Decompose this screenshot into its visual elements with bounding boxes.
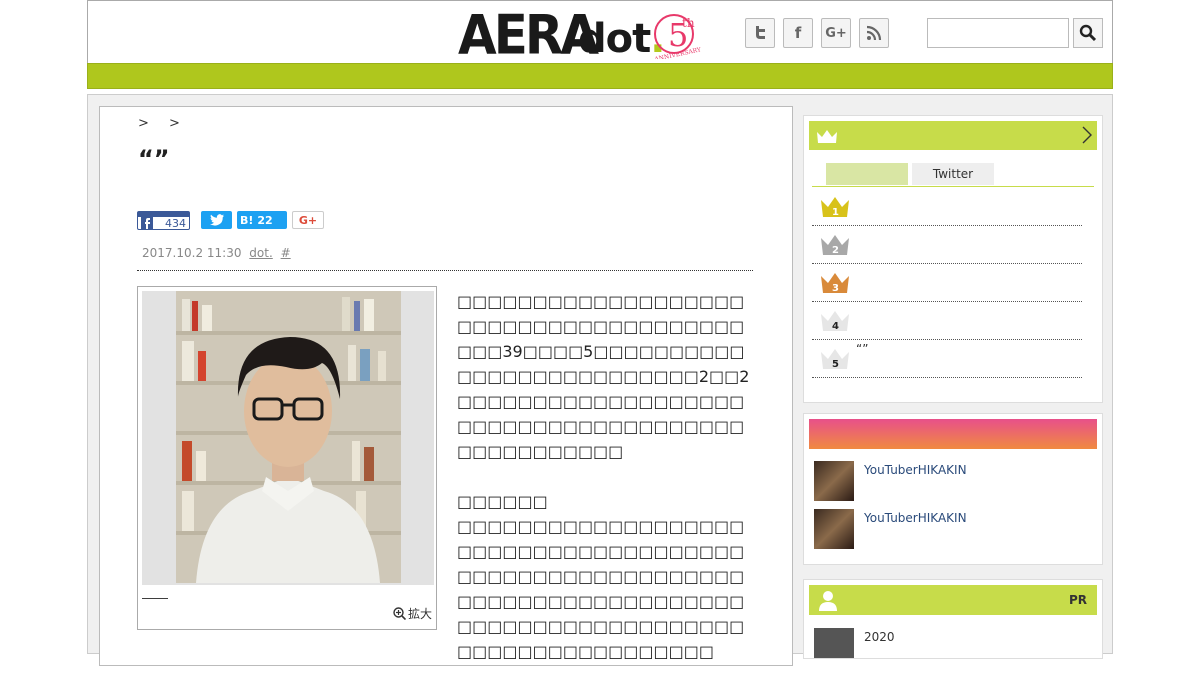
rank-4-crown-icon: 4 — [821, 311, 849, 332]
rss-button[interactable] — [859, 18, 889, 48]
facebook-icon: f — [794, 24, 802, 42]
page-title: “” — [138, 145, 170, 173]
facebook-button[interactable]: f — [783, 18, 813, 48]
video-title[interactable]: YouTuberHIKAKIN — [864, 511, 967, 525]
tab-twitter[interactable]: Twitter — [912, 163, 994, 185]
nav-bar — [87, 63, 1113, 89]
crown-icon — [817, 130, 837, 143]
article-body: □□□□□□□□□□□□□□□□□□□□□□□□□□□□□□□□□□□□□□□□… — [457, 289, 755, 689]
source-link[interactable]: dot. — [249, 246, 272, 260]
tab-access[interactable] — [826, 163, 908, 185]
hatena-count: 22 — [257, 213, 273, 227]
video-card-header[interactable] — [809, 419, 1097, 449]
article: > > “” 434 B! 22 G+ 2017.10.2 11:30 dot.… — [99, 106, 793, 666]
site-logo[interactable]: AERA dot. 5 th ANNIVERSARY — [458, 7, 708, 63]
pr-item-title[interactable]: 2020 — [864, 630, 895, 644]
article-meta: 2017.10.2 11:30 dot. # — [142, 246, 291, 260]
content-frame: > > “” 434 B! 22 G+ 2017.10.2 11:30 dot.… — [87, 94, 1113, 666]
ranking-row[interactable]: 3 — [812, 264, 1082, 302]
rank-1-crown-icon: 1 — [821, 197, 849, 218]
rank-number: 5 — [832, 359, 839, 370]
rss-icon — [866, 25, 882, 41]
googleplus-share-button[interactable]: G+ — [292, 211, 324, 229]
photo-caption: ―― — [142, 591, 168, 606]
ranking-tabs: Twitter — [812, 163, 1094, 187]
rank-2-crown-icon: 2 — [821, 235, 849, 256]
zoom-label: 拡大 — [407, 607, 432, 621]
pr-card: PR 2020 — [803, 579, 1103, 659]
googleplus-icon: G+ — [298, 213, 318, 227]
pr-header[interactable]: PR — [809, 585, 1097, 615]
anniv-suffix: th — [682, 16, 695, 30]
chevron-right-icon — [1082, 126, 1092, 144]
googleplus-button[interactable]: G+ — [821, 18, 851, 48]
twitter-button[interactable] — [745, 18, 775, 48]
twitter-icon — [756, 26, 765, 39]
video-title[interactable]: YouTuberHIKAKIN — [864, 463, 967, 477]
video-thumbnail[interactable] — [814, 461, 854, 501]
article-photo[interactable] — [142, 291, 434, 585]
article-photo-box: ―― 拡大 — [137, 286, 437, 630]
divider — [137, 270, 753, 271]
video-card: YouTuberHIKAKIN YouTuberHIKAKIN — [803, 413, 1103, 565]
user-icon — [819, 591, 837, 611]
twitter-bird-icon — [209, 214, 224, 226]
facebook-share-button[interactable]: 434 — [137, 211, 190, 230]
article-subheading: □□□□□□ — [457, 492, 548, 511]
search-icon — [1079, 24, 1097, 42]
rank-number: 4 — [832, 321, 839, 332]
rank-5-crown-icon: 5 — [821, 349, 849, 370]
rank-number: 1 — [832, 207, 839, 218]
page: AERA dot. 5 th ANNIVERSARY f G+ > > “” 4… — [87, 0, 1113, 666]
facebook-share-count: 434 — [165, 216, 186, 230]
video-list-item[interactable]: YouTuberHIKAKIN — [814, 509, 1094, 549]
ranking-row[interactable]: 5 “” — [812, 340, 1082, 378]
ranking-header[interactable] — [809, 121, 1097, 150]
site-header: AERA dot. 5 th ANNIVERSARY f G+ — [87, 0, 1113, 63]
search-input[interactable] — [927, 18, 1069, 48]
hatena-bookmark-button[interactable]: B! 22 — [237, 211, 287, 229]
ranking-row[interactable]: 1 — [812, 188, 1082, 226]
breadcrumb[interactable]: > > — [138, 116, 188, 131]
googleplus-icon: G+ — [825, 25, 847, 41]
facebook-icon — [141, 217, 153, 229]
pr-thumbnail[interactable] — [814, 628, 854, 658]
ranking-row[interactable]: 4 — [812, 302, 1082, 340]
search-button[interactable] — [1073, 18, 1103, 48]
logo-aera-text: AERA — [458, 3, 599, 67]
video-list-item[interactable]: YouTuberHIKAKIN — [814, 461, 1094, 501]
zoom-in-icon — [393, 607, 406, 620]
rank-number: 3 — [832, 283, 839, 294]
rank-number: 2 — [832, 245, 839, 256]
hash-link[interactable]: # — [281, 246, 291, 260]
pr-label: PR — [1068, 593, 1087, 607]
ranking-title: “” — [856, 342, 869, 356]
twitter-share-button[interactable] — [201, 211, 232, 229]
logo-dot-word: dot — [578, 16, 651, 62]
article-paragraph: □□□□□□□□□□□□□□□□□□□□□□□□□□□□□□□□□□□□□□□□… — [457, 517, 745, 661]
article-date: 2017.10.2 11:30 — [142, 246, 242, 260]
anniversary-badge-icon: 5 th ANNIVERSARY — [653, 14, 703, 59]
hatena-icon: B! — [240, 213, 254, 227]
ranking-row[interactable]: 2 — [812, 226, 1082, 264]
ranking-card: Twitter 1 2 3 4 5 “” — [803, 115, 1103, 403]
article-paragraph: □□□□□□□□□□□□□□□□□□□□□□□□□□□□□□□□□□□□□□□□… — [457, 292, 750, 461]
rank-3-crown-icon: 3 — [821, 273, 849, 294]
video-thumbnail[interactable] — [814, 509, 854, 549]
zoom-button[interactable]: 拡大 — [393, 605, 432, 622]
